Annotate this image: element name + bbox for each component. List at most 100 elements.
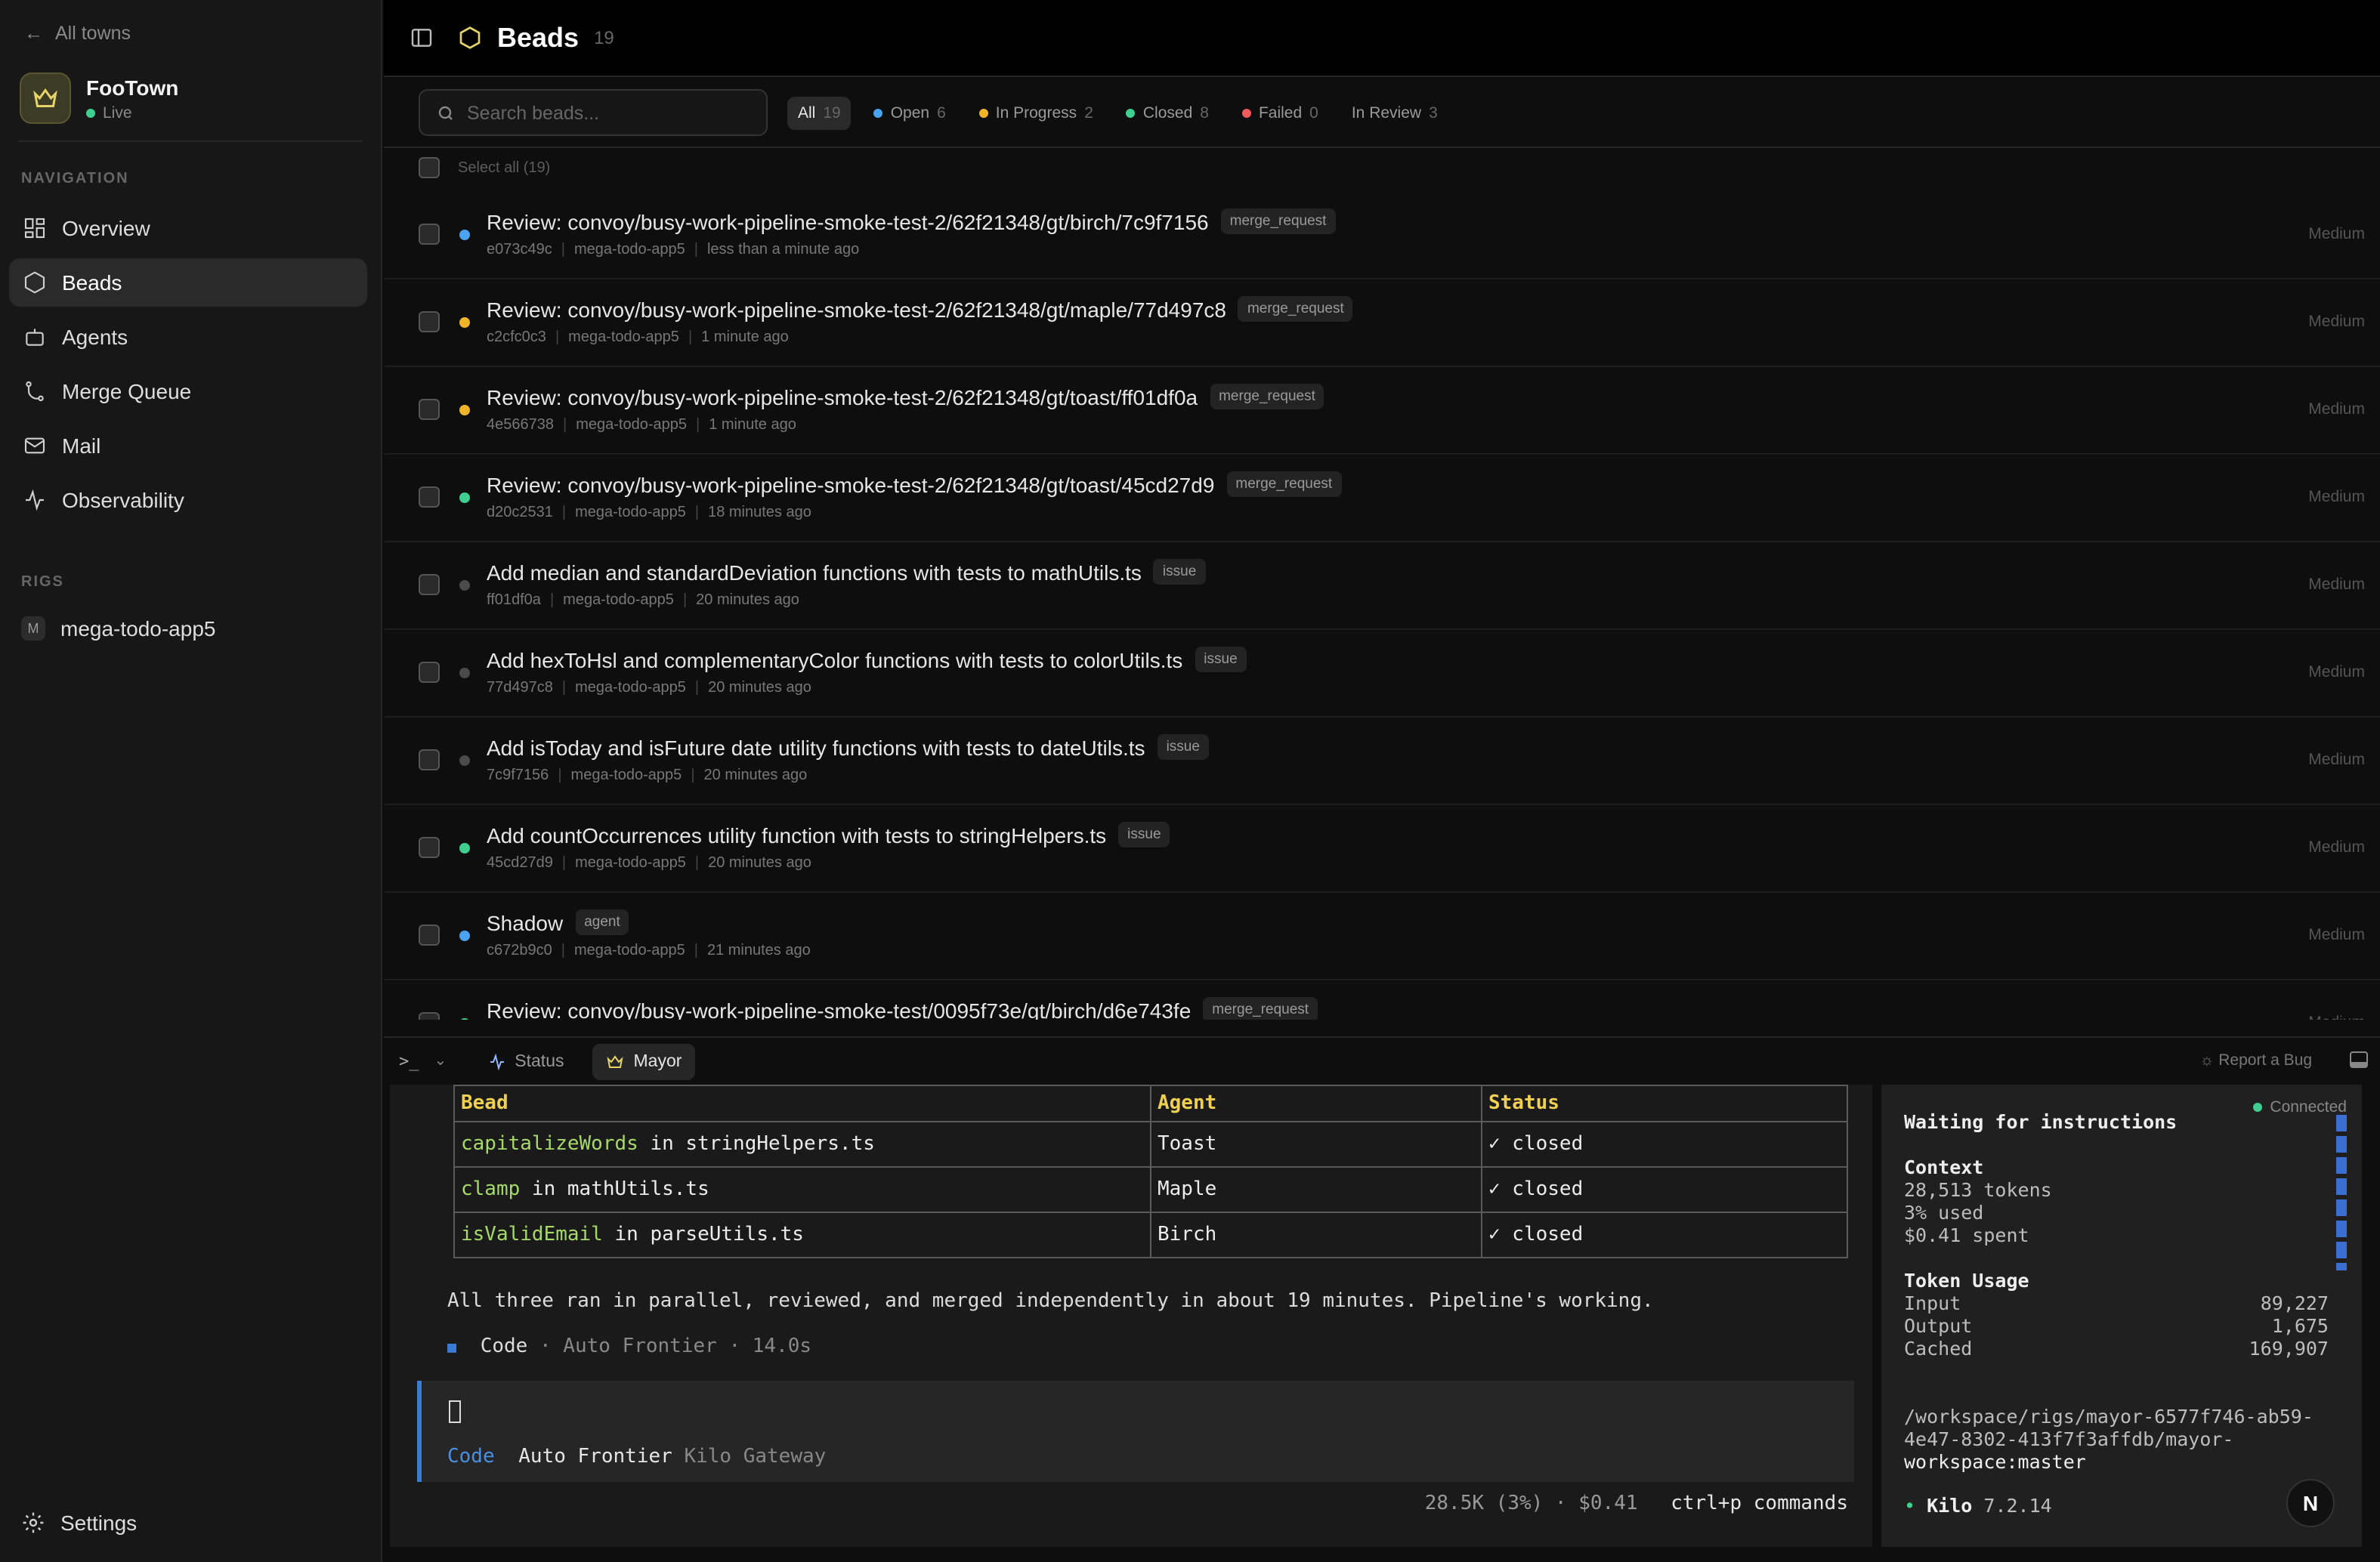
table-row[interactable]: Add hexToHsl and complementaryColor func… [384,630,2380,718]
bead-id: d20c2531 [487,505,553,521]
bead-id: 77d497c8 [487,680,553,696]
bead-priority: Medium [2308,926,2365,944]
terminal-toggle-icon[interactable]: >_ [399,1051,419,1071]
chip-label: In Review [1351,103,1422,122]
row-checkbox[interactable] [419,399,440,420]
nav-item-merge-queue[interactable]: Merge Queue [9,367,367,415]
nav-item-overview[interactable]: Overview [9,204,367,252]
tab-status[interactable]: Status [474,1043,577,1079]
row-checkbox[interactable] [419,662,440,683]
table-row[interactable]: Review: convoy/busy-work-pipeline-smoke-… [384,192,2380,279]
table-row[interactable]: Review: convoy/busy-work-pipeline-smoke-… [384,455,2380,542]
bead-title[interactable]: Add median and standardDeviation functio… [487,560,1142,584]
panel-layout-icon[interactable] [2350,1051,2368,1068]
filter-chip-in-progress[interactable]: In Progress 2 [969,96,1104,129]
row-checkbox[interactable] [419,574,440,595]
nav-item-beads[interactable]: Beads [9,258,367,307]
rig-item[interactable]: M mega-todo-app5 [21,616,216,641]
filter-chip-failed[interactable]: Failed 0 [1232,96,1329,129]
table-row[interactable]: Add isToday and isFuture date utility fu… [384,718,2380,805]
crown-icon [607,1054,624,1067]
filter-chip-open[interactable]: Open 6 [864,96,957,129]
bead-priority: Medium [2308,488,2365,506]
tab-label: Mayor [633,1052,682,1070]
workspace-path-1: /workspace/rigs/mayor-6577f746-ab59- [1904,1405,2314,1428]
back-to-all-towns-link[interactable]: ← All towns [24,23,131,44]
row-checkbox[interactable] [419,224,440,245]
sidebar: ← All towns FooTown Live NAVIGATION Over… [0,0,382,1562]
bead-type-tag: merge_request [1226,471,1342,497]
table-row[interactable]: Review: convoy/busy-work-pipeline-smoke-… [384,367,2380,455]
bead-type-tag: merge_request [1220,208,1336,234]
activity-icon [26,489,44,511]
nav-heading: NAVIGATION [21,171,129,187]
bead-id: c672b9c0 [487,943,552,959]
nav-item-mail[interactable]: Mail [9,421,367,470]
table-row[interactable]: Review: convoy/busy-work-pipeline-smoke-… [384,980,2380,1020]
bead-list: Review: convoy/busy-work-pipeline-smoke-… [384,192,2380,1020]
tab-mayor[interactable]: Mayor [592,1043,696,1079]
bead-meta: 77d497c8 | mega-todo-app5 | 20 minutes ago [487,680,811,696]
filter-chip-all[interactable]: All 19 [787,96,852,129]
bead-title[interactable]: Review: convoy/busy-work-pipeline-smoke-… [487,297,1226,321]
bead-id: ff01df0a [487,592,541,609]
filter-chip-in-review[interactable]: In Review 3 [1341,96,1448,129]
bead-summary-table: Bead Agent Status capitalizeWords in str… [453,1085,1848,1258]
bead-title-line: Review: convoy/busy-work-pipeline-smoke-… [487,208,1336,234]
sidebar-toggle-icon[interactable] [410,26,434,50]
row-checkbox[interactable] [419,1012,440,1020]
table-row[interactable]: Add countOccurrences utility function wi… [384,805,2380,893]
table-row: isValidEmail in parseUtils.ts Birch ✓ cl… [453,1212,1848,1258]
bead-title[interactable]: Review: convoy/busy-work-pipeline-smoke-… [487,384,1198,409]
table-row[interactable]: Add median and standardDeviation functio… [384,542,2380,630]
town-header[interactable]: FooTown Live [20,73,178,124]
select-all-checkbox[interactable] [419,157,440,178]
status-dot-icon [459,843,470,854]
context-tokens: 28,513 tokens [1904,1178,2052,1201]
bead-title[interactable]: Review: convoy/busy-work-pipeline-smoke-… [487,472,1214,496]
waiting-label: Waiting for instructions [1904,1110,2178,1133]
token-usage-heading: Token Usage [1904,1269,2029,1292]
input-model-line: Code Auto Frontier Kilo Gateway [447,1446,826,1468]
table-row: clamp in mathUtils.ts Maple ✓ closed [453,1166,1848,1213]
bead-id: 4e566738 [487,417,554,434]
bead-priority: Medium [2308,400,2365,418]
bead-title[interactable]: Add countOccurrences utility function wi… [487,823,1106,847]
row-checkbox[interactable] [419,311,440,332]
row-checkbox[interactable] [419,749,440,770]
select-all[interactable]: Select all (19) [419,157,550,178]
row-checkbox[interactable] [419,486,440,508]
filter-bar: Search beads... All 19 Open 6 In Progress 2… [384,79,2380,148]
prompt-input[interactable]: Code Auto Frontier Kilo Gateway [417,1381,1854,1482]
report-bug-button[interactable]: ☼ Report a Bug [2199,1051,2312,1070]
settings-link[interactable]: Settings [21,1511,137,1535]
bead-title[interactable]: Add hexToHsl and complementaryColor func… [487,647,1182,671]
bead-rig: mega-todo-app5 [573,242,685,258]
table-row[interactable]: Shadow agent c672b9c0 | mega-todo-app5 | 21 mi… [384,893,2380,980]
nav-item-agents[interactable]: Agents [9,313,367,361]
chip-count: 0 [1309,103,1318,122]
nav-item-observability[interactable]: Observability [9,476,367,524]
bead-title[interactable]: Shadow [487,910,563,934]
function-name: capitalizeWords [461,1133,638,1156]
filter-chip-closed[interactable]: Closed 8 [1116,96,1219,129]
chip-count: 6 [937,103,946,122]
search-input[interactable]: Search beads... [419,89,768,136]
status-scrollbar[interactable] [2336,1115,2347,1270]
bead-title[interactable]: Review: convoy/busy-work-pipeline-smoke-… [487,209,1209,233]
bullet-icon: • [1904,1494,1916,1517]
avatar[interactable]: N [2286,1479,2335,1527]
function-name: clamp [461,1178,521,1201]
table-row[interactable]: Review: convoy/busy-work-pipeline-smoke-… [384,279,2380,367]
bead-title[interactable]: Review: convoy/busy-work-pipeline-smoke-… [487,998,1191,1020]
status-dot-icon [459,580,470,591]
rig-badge: M [21,616,45,641]
report-bug-label: Report a Bug [2218,1051,2312,1070]
row-checkbox[interactable] [419,837,440,858]
mayor-terminal[interactable]: Bead Agent Status capitalizeWords in str… [390,1085,1872,1547]
table-header-row: Bead Agent Status [453,1085,1848,1122]
chevron-down-icon[interactable]: ⌄ [434,1053,447,1070]
bead-meta: 4e566738 | mega-todo-app5 | 1 minute ago [487,417,796,434]
bead-title[interactable]: Add isToday and isFuture date utility fu… [487,735,1145,759]
row-checkbox[interactable] [419,925,440,946]
